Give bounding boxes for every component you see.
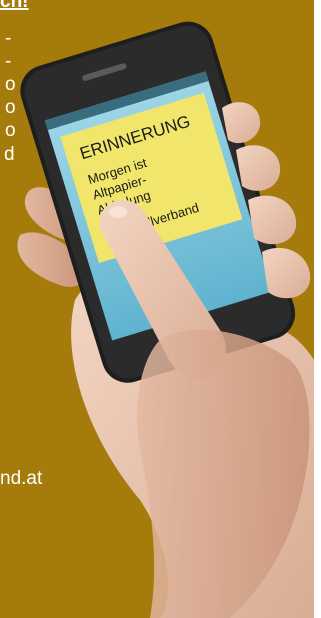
photo-poster: ch! - - o o o d nd.at ERINNERUNG Morgen …: [0, 0, 321, 618]
right-finger-2: [236, 145, 281, 191]
right-finger-top: [222, 102, 261, 144]
hand-holding-phone-illustration: ERINNERUNG Morgen ist Altpapier- Abholun…: [17, 21, 314, 618]
right-edge-strip: [314, 0, 321, 618]
fingernail: [109, 206, 127, 218]
right-finger-4: [262, 247, 311, 299]
right-finger-3: [248, 195, 297, 245]
